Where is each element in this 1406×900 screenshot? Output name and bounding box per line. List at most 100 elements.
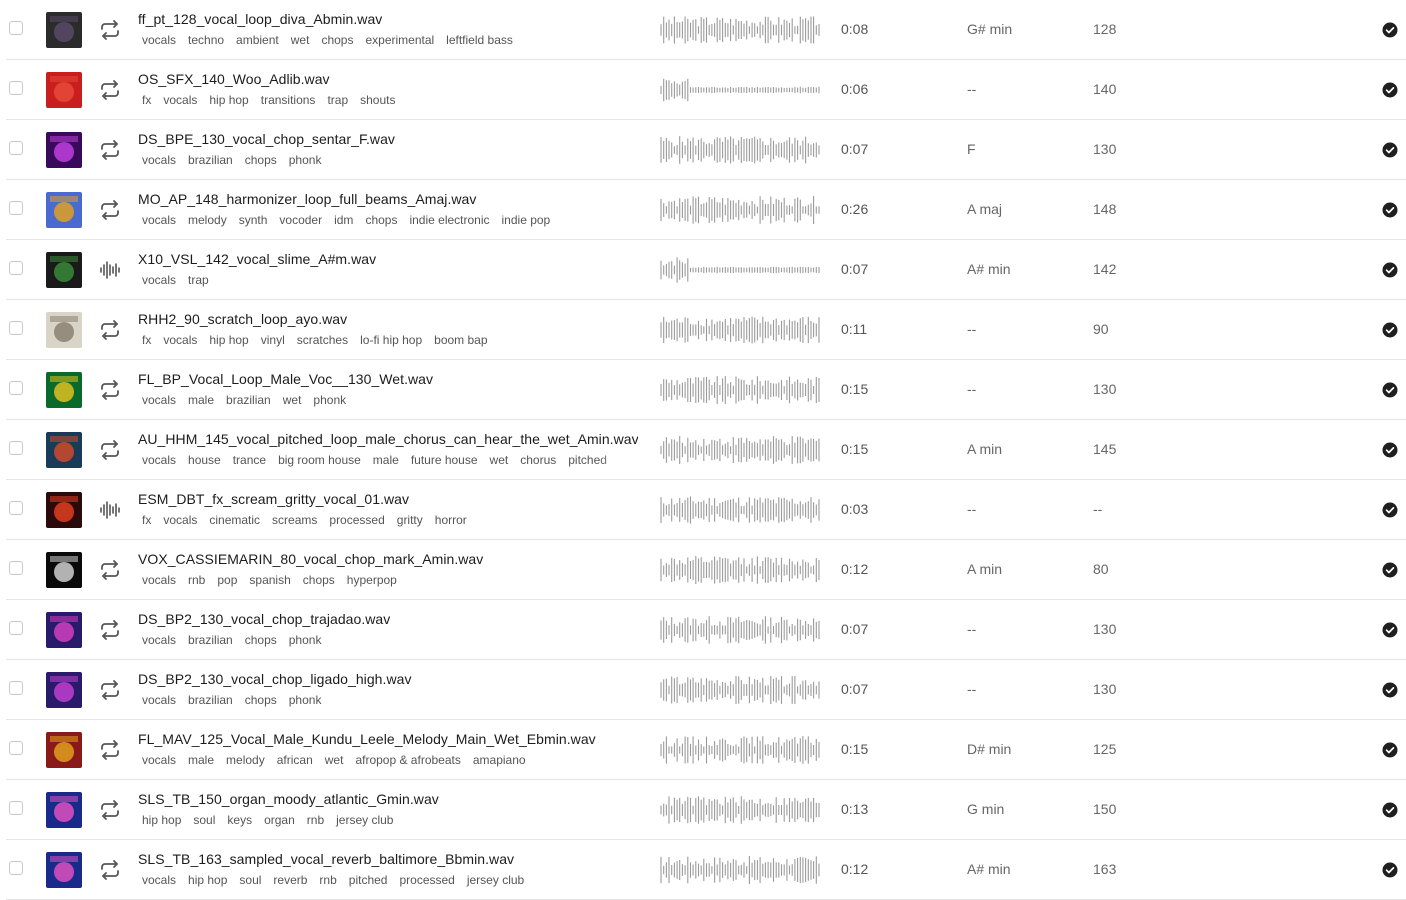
- tag-chip[interactable]: future house: [407, 453, 482, 467]
- tag-chip[interactable]: phonk: [309, 393, 350, 407]
- pack-artwork[interactable]: [46, 672, 82, 708]
- sample-filename[interactable]: FL_MAV_125_Vocal_Male_Kundu_Leele_Melody…: [138, 731, 638, 747]
- sample-filename[interactable]: FL_BP_Vocal_Loop_Male_Voc__130_Wet.wav: [138, 371, 638, 387]
- tag-chip[interactable]: vocals: [138, 693, 180, 707]
- pack-artwork[interactable]: [46, 732, 82, 768]
- tag-chip[interactable]: soul: [235, 873, 265, 887]
- tag-chip[interactable]: wet: [287, 33, 314, 47]
- tag-chip[interactable]: transitions: [257, 93, 320, 107]
- waveform[interactable]: [660, 795, 820, 825]
- tag-chip[interactable]: vocals: [138, 213, 180, 227]
- row-checkbox[interactable]: [9, 741, 23, 755]
- sample-row[interactable]: RHH2_90_scratch_loop_ayo.wav fx vocals hip …: [0, 300, 1406, 360]
- sample-filename[interactable]: SLS_TB_163_sampled_vocal_reverb_baltimor…: [138, 851, 638, 867]
- tag-chip[interactable]: keys: [223, 813, 256, 827]
- tag-chip[interactable]: hip hop: [138, 813, 185, 827]
- tag-chip[interactable]: synth: [235, 213, 272, 227]
- sample-filename[interactable]: DS_BP2_130_vocal_chop_trajadao.wav: [138, 611, 638, 627]
- tag-chip[interactable]: soul: [189, 813, 219, 827]
- tag-chip[interactable]: wet: [486, 453, 513, 467]
- waveform[interactable]: [660, 675, 820, 705]
- sample-filename[interactable]: DS_BP2_130_vocal_chop_ligado_high.wav: [138, 671, 638, 687]
- tag-chip[interactable]: scratches: [293, 333, 352, 347]
- tag-chip[interactable]: ambient: [232, 33, 283, 47]
- sample-filename[interactable]: ESM_DBT_fx_scream_gritty_vocal_01.wav: [138, 491, 638, 507]
- tag-chip[interactable]: chops: [241, 633, 281, 647]
- tag-chip[interactable]: boom bap: [430, 333, 491, 347]
- tag-chip[interactable]: indie electronic: [405, 213, 493, 227]
- waveform[interactable]: [660, 855, 820, 885]
- waveform[interactable]: [660, 75, 820, 105]
- tag-chip[interactable]: brazilian: [184, 693, 237, 707]
- sample-filename[interactable]: SLS_TB_150_organ_moody_atlantic_Gmin.wav: [138, 791, 638, 807]
- sample-row[interactable]: OS_SFX_140_Woo_Adlib.wav fx vocals hip hop t…: [0, 60, 1406, 120]
- pack-artwork[interactable]: [46, 792, 82, 828]
- tag-chip[interactable]: indie pop: [498, 213, 555, 227]
- waveform[interactable]: [660, 735, 820, 765]
- row-checkbox[interactable]: [9, 201, 23, 215]
- sample-row[interactable]: DS_BP2_130_vocal_chop_ligado_high.wavvoc…: [0, 660, 1406, 720]
- pack-artwork[interactable]: [46, 192, 82, 228]
- tag-chip[interactable]: vocals: [159, 93, 201, 107]
- tag-chip[interactable]: vocals: [159, 513, 201, 527]
- row-checkbox[interactable]: [9, 321, 23, 335]
- row-checkbox[interactable]: [9, 561, 23, 575]
- sample-row[interactable]: DS_BP2_130_vocal_chop_trajadao.wav vocals…: [0, 600, 1406, 660]
- tag-chip[interactable]: vocals: [138, 273, 180, 287]
- tag-chip[interactable]: processed: [395, 873, 458, 887]
- pack-artwork[interactable]: [46, 612, 82, 648]
- row-checkbox[interactable]: [9, 81, 23, 95]
- sample-row[interactable]: SLS_TB_150_organ_moody_atlantic_Gmin.wav…: [0, 780, 1406, 840]
- tag-chip[interactable]: male: [184, 393, 218, 407]
- tag-chip[interactable]: chops: [361, 213, 401, 227]
- tag-chip[interactable]: hip hop: [205, 93, 252, 107]
- waveform[interactable]: [660, 315, 820, 345]
- pack-artwork[interactable]: [46, 372, 82, 408]
- tag-chip[interactable]: big room house: [274, 453, 365, 467]
- pack-artwork[interactable]: [46, 432, 82, 468]
- tag-chip[interactable]: trap: [184, 273, 213, 287]
- row-checkbox[interactable]: [9, 801, 23, 815]
- pack-artwork[interactable]: [46, 252, 82, 288]
- tag-chip[interactable]: wet: [279, 393, 306, 407]
- sample-filename[interactable]: RHH2_90_scratch_loop_ayo.wav: [138, 311, 638, 327]
- tag-chip[interactable]: fx: [138, 333, 155, 347]
- sample-row[interactable]: X10_VSL_142_vocal_slime_A#m.wavvocals tra…: [0, 240, 1406, 300]
- tag-chip[interactable]: hip hop: [205, 333, 252, 347]
- waveform[interactable]: [660, 255, 820, 285]
- waveform[interactable]: [660, 555, 820, 585]
- tag-chip[interactable]: male: [369, 453, 403, 467]
- tag-chip[interactable]: techno: [184, 33, 228, 47]
- tag-chip[interactable]: jersey club: [463, 873, 528, 887]
- tag-chip[interactable]: reverb: [269, 873, 311, 887]
- tag-chip[interactable]: chops: [317, 33, 357, 47]
- tag-chip[interactable]: jersey club: [332, 813, 397, 827]
- tag-chip[interactable]: vocals: [138, 453, 180, 467]
- tag-chip[interactable]: leftfield bass: [442, 33, 517, 47]
- sample-filename[interactable]: MO_AP_148_harmonizer_loop_full_beams_Ama…: [138, 191, 638, 207]
- row-checkbox[interactable]: [9, 21, 23, 35]
- sample-row[interactable]: ff_pt_128_vocal_loop_diva_Abmin.wav vocal…: [0, 0, 1406, 60]
- tag-chip[interactable]: rnb: [303, 813, 328, 827]
- tag-chip[interactable]: brazilian: [184, 633, 237, 647]
- waveform[interactable]: [660, 375, 820, 405]
- tag-chip[interactable]: vocals: [138, 153, 180, 167]
- tag-chip[interactable]: phonk: [285, 693, 326, 707]
- tag-chip[interactable]: fx: [138, 513, 155, 527]
- tag-chip[interactable]: vocals: [138, 753, 180, 767]
- tag-chip[interactable]: brazilian: [184, 153, 237, 167]
- sample-filename[interactable]: X10_VSL_142_vocal_slime_A#m.wav: [138, 251, 638, 267]
- tag-chip[interactable]: vinyl: [257, 333, 289, 347]
- tag-chip[interactable]: pop: [213, 573, 241, 587]
- tag-chip[interactable]: fx: [138, 93, 155, 107]
- row-checkbox[interactable]: [9, 501, 23, 515]
- tag-chip[interactable]: phonk: [285, 633, 326, 647]
- sample-row[interactable]: FL_BP_Vocal_Loop_Male_Voc__130_Wet.wav vo…: [0, 360, 1406, 420]
- tag-chip[interactable]: chops: [241, 153, 281, 167]
- tag-chip[interactable]: african: [273, 753, 317, 767]
- tag-chip[interactable]: spanish: [245, 573, 294, 587]
- tag-chip[interactable]: organ: [260, 813, 299, 827]
- tag-chip[interactable]: trance: [229, 453, 270, 467]
- sample-row[interactable]: DS_BPE_130_vocal_chop_sentar_F.wav vocals…: [0, 120, 1406, 180]
- pack-artwork[interactable]: [46, 72, 82, 108]
